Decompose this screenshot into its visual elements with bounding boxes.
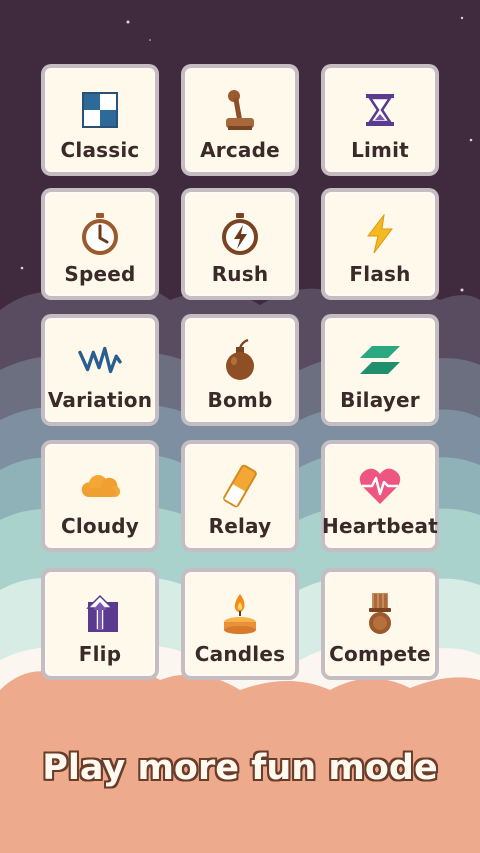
mode-tile-flash[interactable]: Flash bbox=[321, 188, 439, 300]
bomb-icon bbox=[218, 338, 262, 382]
baton-icon bbox=[218, 464, 262, 508]
mode-tile-relay[interactable]: Relay bbox=[181, 440, 299, 552]
mode-label: Speed bbox=[64, 262, 136, 286]
joystick-icon bbox=[218, 88, 262, 132]
mode-tile-compete[interactable]: Compete bbox=[321, 568, 439, 680]
mode-tile-candles[interactable]: Candles bbox=[181, 568, 299, 680]
candle-icon bbox=[218, 592, 262, 636]
mode-label: Variation bbox=[47, 388, 153, 412]
mode-tile-bomb[interactable]: Bomb bbox=[181, 314, 299, 426]
mode-label: Cloudy bbox=[60, 514, 140, 538]
checkerboard-icon bbox=[78, 88, 122, 132]
mode-label: Flash bbox=[349, 262, 411, 286]
mode-label: Relay bbox=[208, 514, 272, 538]
hourglass-icon bbox=[358, 88, 402, 132]
cloud-icon bbox=[78, 464, 122, 508]
mode-tile-variation[interactable]: Variation bbox=[41, 314, 159, 426]
layers-icon bbox=[358, 338, 402, 382]
mode-label: Rush bbox=[211, 262, 269, 286]
mode-tile-limit[interactable]: Limit bbox=[321, 64, 439, 176]
mode-tile-heartbeat[interactable]: Heartbeat bbox=[321, 440, 439, 552]
mode-label: Bomb bbox=[207, 388, 273, 412]
mode-label: Limit bbox=[351, 138, 409, 162]
promo-banner-text: Play more fun mode bbox=[42, 748, 438, 788]
mode-tile-flip[interactable]: Flip bbox=[41, 568, 159, 680]
mode-label: Arcade bbox=[200, 138, 280, 162]
heartbeat-icon bbox=[358, 464, 402, 508]
mode-label: Bilayer bbox=[340, 388, 420, 412]
mode-tile-cloudy[interactable]: Cloudy bbox=[41, 440, 159, 552]
lightning-icon bbox=[358, 212, 402, 256]
mode-label: Candles bbox=[194, 642, 286, 666]
mode-tile-arcade[interactable]: Arcade bbox=[181, 64, 299, 176]
lightning-stopwatch-icon bbox=[218, 212, 262, 256]
mode-label: Compete bbox=[329, 642, 431, 666]
mode-label: Classic bbox=[60, 138, 140, 162]
mode-tile-speed[interactable]: Speed bbox=[41, 188, 159, 300]
mode-label: Flip bbox=[78, 642, 122, 666]
mode-tile-rush[interactable]: Rush bbox=[181, 188, 299, 300]
mode-tile-bilayer[interactable]: Bilayer bbox=[321, 314, 439, 426]
mode-label: Heartbeat bbox=[322, 514, 438, 538]
medal-icon bbox=[358, 592, 402, 636]
wave-icon bbox=[78, 338, 122, 382]
stopwatch-icon bbox=[78, 212, 122, 256]
flip-arrow-icon bbox=[78, 592, 122, 636]
mode-tile-classic[interactable]: Classic bbox=[41, 64, 159, 176]
